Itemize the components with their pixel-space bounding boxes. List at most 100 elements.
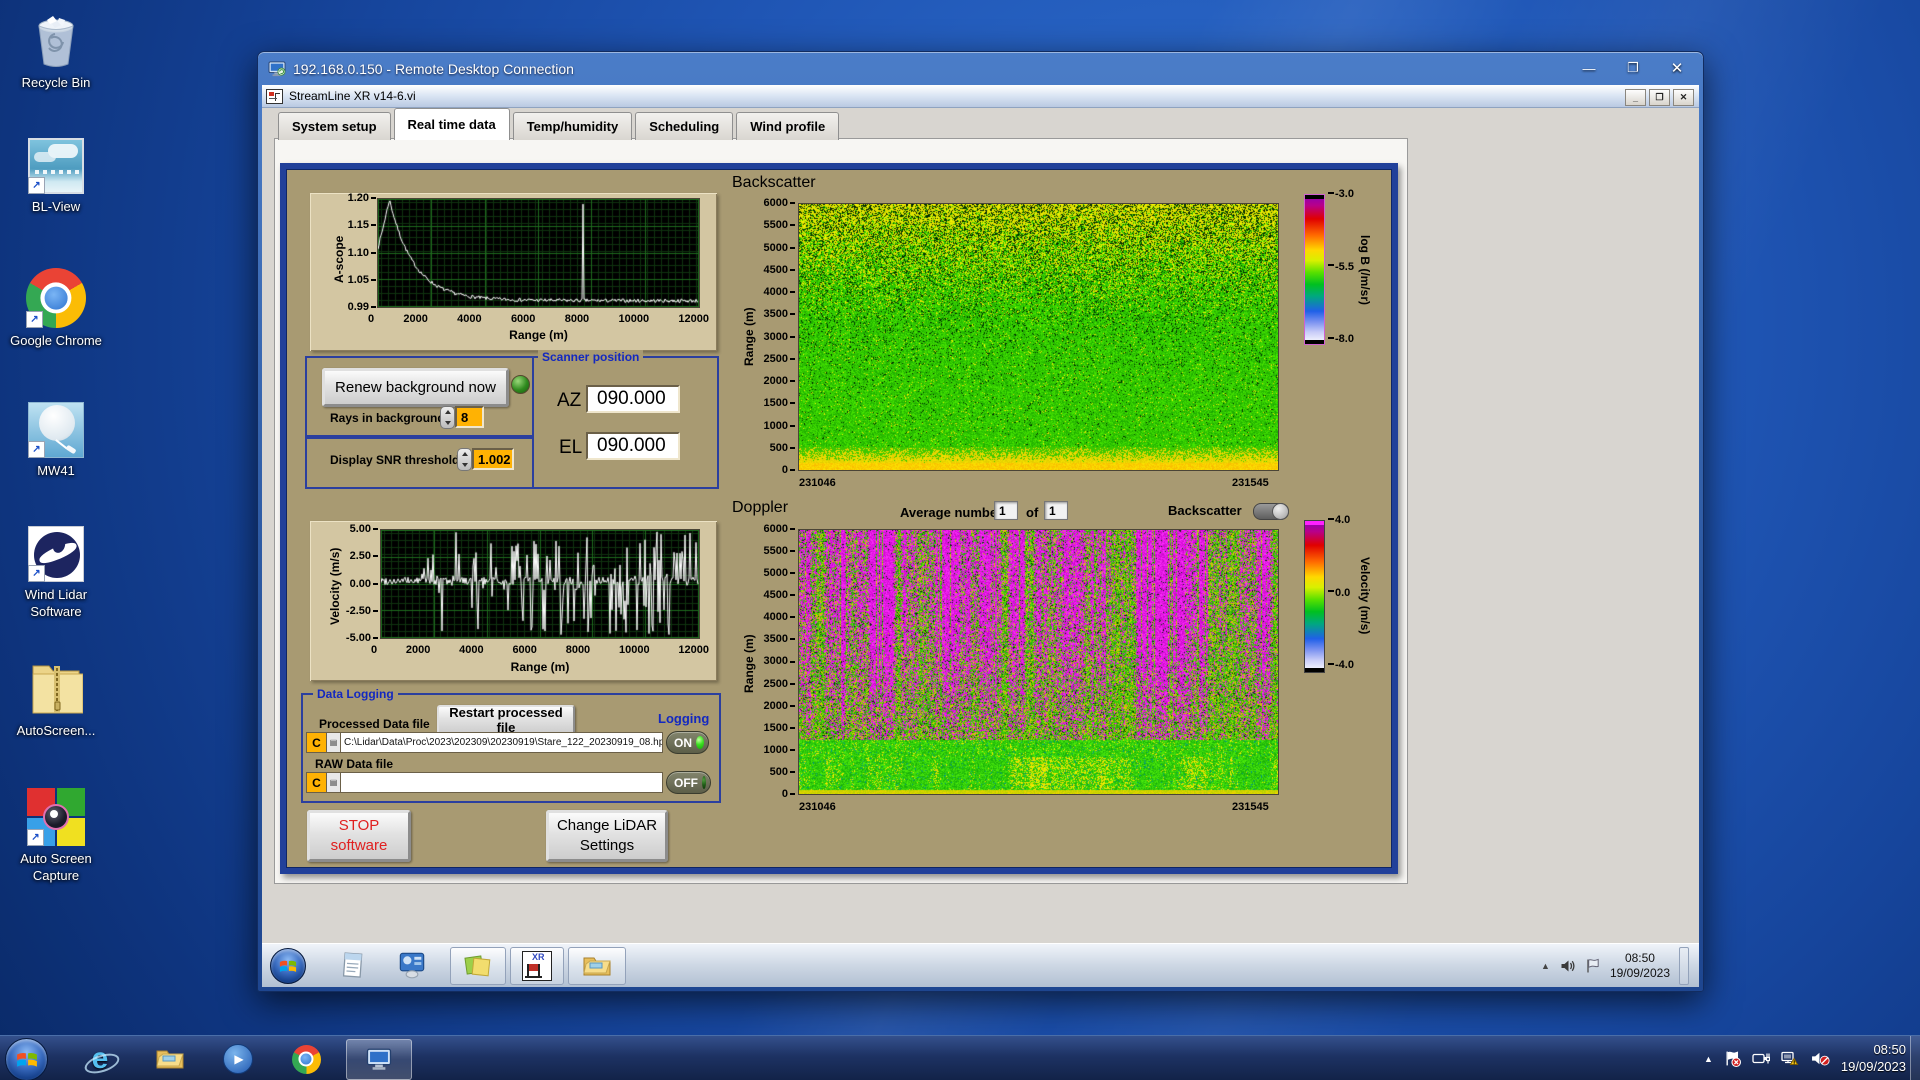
folder-icon xyxy=(583,957,611,976)
az-value-field[interactable]: 090.000 xyxy=(586,385,680,413)
system-settings-icon[interactable] xyxy=(398,951,426,984)
file-browse-icon[interactable]: ▤ xyxy=(327,732,341,753)
snr-value-field[interactable]: 1.002 xyxy=(472,448,514,470)
scanner-position-title: Scanner position xyxy=(538,350,644,364)
mw41-icon: ↗ xyxy=(28,402,84,458)
power-battery-icon[interactable] xyxy=(1752,1050,1770,1067)
scanner-position-group xyxy=(532,356,719,489)
desktop-icon-wind-lidar[interactable]: ↗ Wind Lidar Software xyxy=(6,526,106,621)
raw-file-label: RAW Data file xyxy=(315,757,394,771)
remote-speaker-icon[interactable] xyxy=(1559,958,1576,974)
ascope-y-ticks: 1.20 1.15 1.10 1.05 0.99 xyxy=(340,193,376,313)
start-button[interactable] xyxy=(5,1038,48,1080)
desktop-icon-autoscreen[interactable]: AutoScreen... xyxy=(6,658,106,740)
velocity-plot[interactable] xyxy=(380,529,700,639)
processed-path-field[interactable]: C ▤ C:\Lidar\Data\Proc\2023\202309\20230… xyxy=(306,732,663,753)
tray-arrow-icon[interactable]: ▲ xyxy=(1704,1054,1713,1064)
taskbar-media-player-icon[interactable]: ▶ xyxy=(222,1043,254,1075)
remote-start-button[interactable] xyxy=(270,948,306,984)
remote-app-button-notes[interactable] xyxy=(450,947,506,985)
change-lidar-settings-button[interactable]: Change LiDAR Settings xyxy=(546,810,668,862)
show-desktop-button[interactable] xyxy=(1910,1036,1920,1080)
doppler-heatmap[interactable] xyxy=(798,529,1279,795)
el-label: EL xyxy=(559,437,583,458)
tick-label: 6000 xyxy=(510,313,536,325)
drive-letter-box[interactable]: C xyxy=(306,772,327,793)
restart-processed-button[interactable]: Restart processed file xyxy=(437,705,575,735)
rdp-maximize-button[interactable]: ❐ xyxy=(1619,58,1647,78)
remote-clock[interactable]: 08:50 19/09/2023 xyxy=(1610,951,1670,981)
tab-temp-humidity[interactable]: Temp/humidity xyxy=(512,112,633,140)
tick-label: 3000 xyxy=(764,656,795,667)
rays-spinner[interactable] xyxy=(440,406,455,429)
tick-label: 1.20 xyxy=(348,193,376,204)
app-title-bar[interactable]: StreamLine XR v14-6.vi _ ❐ ✕ xyxy=(262,85,1699,108)
rdp-minimize-button[interactable]: — xyxy=(1575,58,1603,78)
raw-path-text[interactable] xyxy=(341,772,663,793)
drive-letter-box[interactable]: C xyxy=(306,732,327,753)
notepad-icon[interactable] xyxy=(338,951,366,984)
desktop-icon-bl-view[interactable]: ↗ BL-View xyxy=(6,138,106,216)
average-of-field[interactable]: 1 xyxy=(1044,501,1068,520)
taskbar-active-rdp-button[interactable] xyxy=(346,1039,412,1080)
taskbar-internet-explorer-icon[interactable]: e xyxy=(82,1042,122,1078)
rdp-close-button[interactable]: ✕ xyxy=(1663,58,1691,78)
desktop-icon-google-chrome[interactable]: ↗ Google Chrome xyxy=(6,268,106,350)
tick-label: 0 xyxy=(368,313,375,325)
snr-spinner[interactable] xyxy=(457,448,472,471)
desktop-icon-auto-screen-capture[interactable]: ↗ Auto Screen Capture xyxy=(6,788,106,885)
average-number-field[interactable]: 1 xyxy=(994,501,1018,520)
raw-path-field[interactable]: C ▤ xyxy=(306,772,663,793)
rdp-title-bar[interactable]: 192.168.0.150 - Remote Desktop Connectio… xyxy=(258,52,1703,85)
raw-logging-toggle[interactable]: OFF xyxy=(666,771,711,794)
remote-app-button-explorer[interactable] xyxy=(568,947,626,985)
remote-action-center-icon[interactable] xyxy=(1585,958,1601,974)
app-restore-button[interactable]: ❐ xyxy=(1649,89,1670,106)
rdp-computer-icon xyxy=(268,60,286,77)
tab-wind-profile[interactable]: Wind profile xyxy=(736,112,840,140)
remote-tray-arrow-icon[interactable]: ▲ xyxy=(1541,961,1550,971)
remote-clock-date: 19/09/2023 xyxy=(1609,965,1670,980)
rays-value-field[interactable]: 8 xyxy=(455,406,484,428)
action-center-icon[interactable] xyxy=(1724,1050,1741,1067)
doppler-colorbar xyxy=(1304,520,1325,673)
desktop-icon-recycle-bin[interactable]: Recycle Bin xyxy=(6,12,106,92)
speaker-muted-icon[interactable] xyxy=(1811,1050,1830,1067)
ascope-x-axis-label: Range (m) xyxy=(509,328,568,342)
tick-label: -5.00 xyxy=(346,633,378,644)
desktop-icon-mw41[interactable]: ↗ MW41 xyxy=(6,402,106,480)
velocity-x-ticks: 0 2000 4000 6000 8000 10000 12000 xyxy=(371,644,709,656)
tab-system-setup[interactable]: System setup xyxy=(278,112,391,140)
processed-logging-toggle[interactable]: ON xyxy=(666,731,709,754)
backscatter-heatmap[interactable] xyxy=(798,203,1279,471)
vi-icon xyxy=(266,88,283,104)
backscatter-x-tick-start: 231046 xyxy=(799,477,836,489)
renew-background-button[interactable]: Renew background now xyxy=(322,368,509,407)
taskbar-clock[interactable]: 08:50 19/09/2023 xyxy=(1841,1042,1906,1076)
remote-app-button-streamline[interactable]: XR xyxy=(510,947,564,985)
tick-label: 2500 xyxy=(764,678,795,690)
ascope-plot[interactable] xyxy=(377,198,700,308)
rdp-window: 192.168.0.150 - Remote Desktop Connectio… xyxy=(257,51,1704,992)
remote-show-desktop-button[interactable] xyxy=(1679,946,1689,985)
doppler-y-axis-label: Range (m) xyxy=(742,634,756,694)
taskbar-explorer-icon[interactable] xyxy=(154,1043,186,1075)
backscatter-toggle[interactable] xyxy=(1253,503,1289,520)
file-browse-icon[interactable]: ▤ xyxy=(327,772,341,793)
tab-scheduling[interactable]: Scheduling xyxy=(635,112,734,140)
el-value-field[interactable]: 090.000 xyxy=(586,432,680,460)
processed-path-text[interactable]: C:\Lidar\Data\Proc\2023\202309\20230919\… xyxy=(341,732,663,753)
stop-software-button[interactable]: STOP software xyxy=(307,810,411,862)
desktop-icon-label: Recycle Bin xyxy=(21,75,91,90)
front-panel: A-scope 1.20 1.15 1.10 1.05 0.99 0 2000 4000 60… xyxy=(280,163,1398,874)
tick-label: -5.5 xyxy=(1328,261,1354,273)
tab-real-time-data[interactable]: Real time data xyxy=(393,108,510,140)
tick-label: 6000 xyxy=(764,198,795,209)
taskbar-chrome-icon[interactable] xyxy=(290,1043,322,1075)
network-status-icon[interactable] xyxy=(1781,1050,1800,1067)
app-close-button[interactable]: ✕ xyxy=(1673,89,1694,106)
app-minimize-button[interactable]: _ xyxy=(1625,89,1646,106)
tick-label: 1500 xyxy=(764,398,795,409)
tick-label: 5000 xyxy=(764,568,795,579)
tab-bar: System setup Real time data Temp/humidit… xyxy=(278,108,842,140)
